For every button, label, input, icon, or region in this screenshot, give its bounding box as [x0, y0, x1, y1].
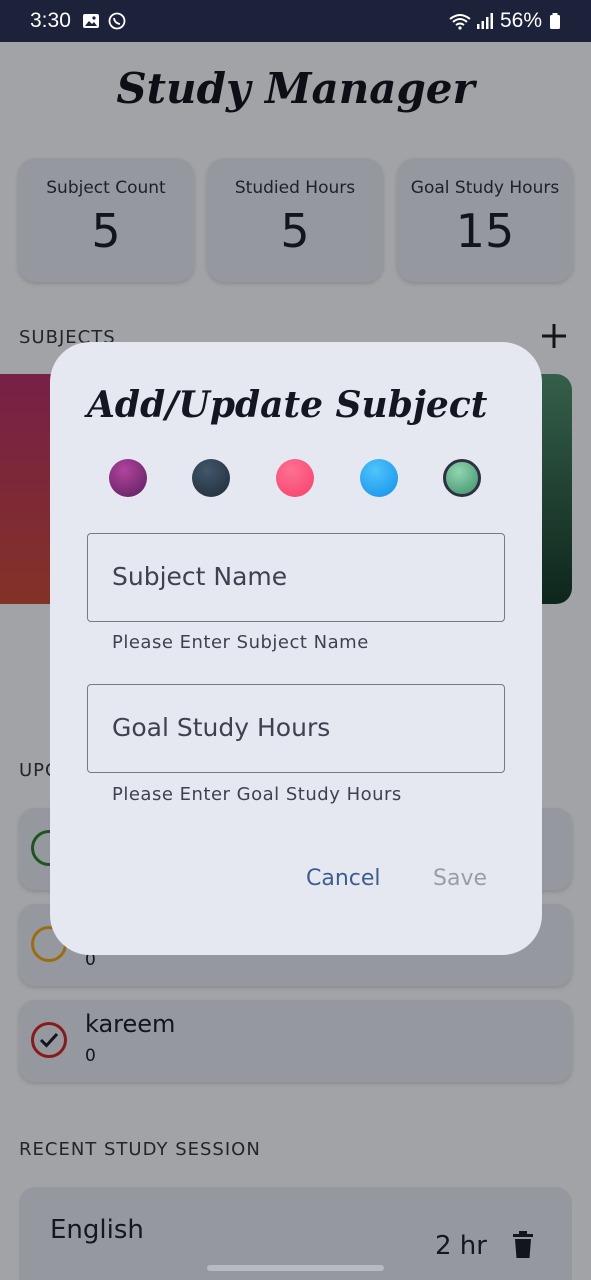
- whatsapp-icon: [108, 12, 126, 30]
- signal-icon: [477, 13, 493, 29]
- gallery-icon: [83, 14, 99, 28]
- color-swatch-green-selected[interactable]: [443, 459, 481, 497]
- goal-hours-placeholder: Goal Study Hours: [112, 713, 331, 742]
- subject-name-helper: Please Enter Subject Name: [112, 632, 369, 653]
- dialog-title: Add/Update Subject: [87, 384, 488, 426]
- subject-name-placeholder: Subject Name: [112, 562, 288, 591]
- goal-hours-helper: Please Enter Goal Study Hours: [112, 784, 402, 805]
- color-swatch-blue[interactable]: [360, 459, 398, 497]
- color-swatch-purple[interactable]: [109, 459, 147, 497]
- battery-percentage: 56%: [500, 9, 543, 32]
- gesture-nav-handle[interactable]: [207, 1265, 384, 1271]
- save-button[interactable]: Save: [433, 866, 487, 891]
- cancel-button[interactable]: Cancel: [306, 866, 381, 891]
- subject-name-field[interactable]: Subject Name: [87, 533, 505, 622]
- add-update-subject-dialog: Add/Update Subject Subject Name Please E…: [50, 342, 542, 955]
- color-swatch-pink[interactable]: [276, 459, 314, 497]
- goal-hours-field[interactable]: Goal Study Hours: [87, 684, 505, 773]
- battery-icon: [550, 13, 560, 29]
- color-swatch-slate[interactable]: [192, 459, 230, 497]
- status-bar: 3:30 56%: [0, 0, 591, 42]
- wifi-icon: [449, 14, 471, 30]
- status-time: 3:30: [30, 9, 71, 32]
